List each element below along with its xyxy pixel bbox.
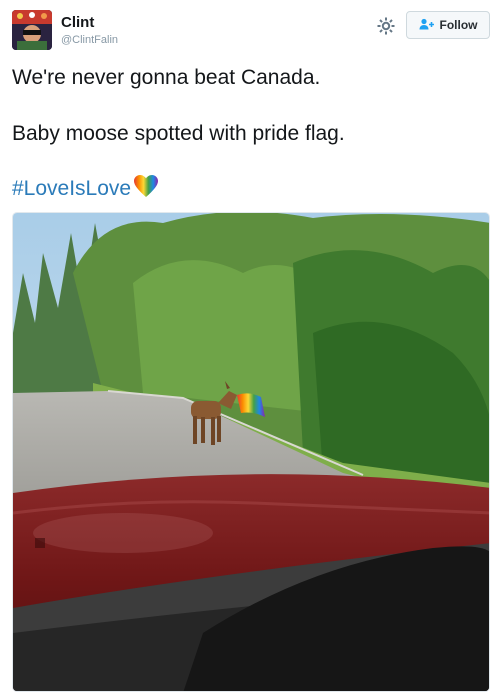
hashtag-link[interactable]: #LoveIsLove	[12, 177, 131, 201]
user-handle[interactable]: @ClintFalin	[61, 34, 118, 46]
rainbow-heart-icon	[133, 174, 159, 203]
user-name[interactable]: Clint	[61, 14, 94, 31]
tweet-header: Clint @ClintFalin Follow	[0, 0, 500, 60]
avatar[interactable]	[12, 10, 52, 50]
tweet-text-line-1: We're never gonna beat Canada.	[12, 66, 321, 89]
hashtag-row: #LoveIsLove	[12, 174, 159, 203]
gear-icon[interactable]	[376, 16, 396, 36]
add-user-icon	[419, 18, 440, 33]
follow-button[interactable]: Follow	[406, 11, 490, 39]
tweet-text-line-2: Baby moose spotted with pride flag.	[12, 122, 345, 145]
tweet-photo[interactable]	[12, 212, 490, 692]
follow-label: Follow	[439, 18, 478, 32]
